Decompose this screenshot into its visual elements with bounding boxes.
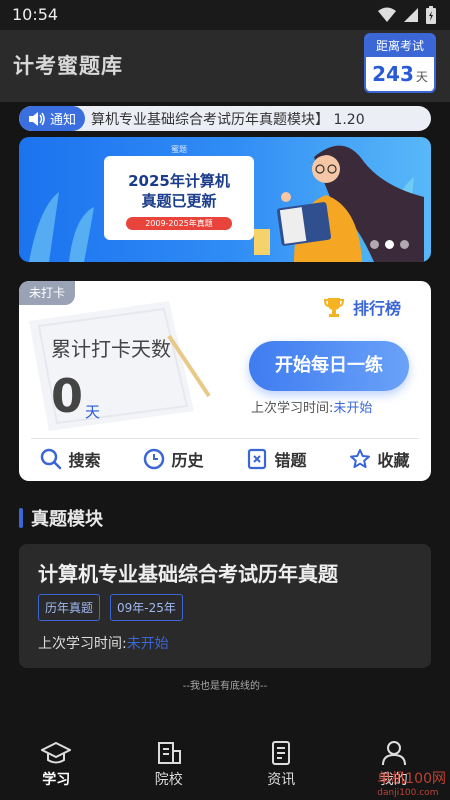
tab-news-label: 资讯 <box>267 772 296 788</box>
countdown-days: 243 <box>372 62 414 86</box>
wifi-icon <box>378 7 396 22</box>
wrong-questions-action[interactable]: 错题 <box>246 447 307 471</box>
ranking-link[interactable]: 排行榜 <box>323 295 401 319</box>
banner-title-line1: 2025年计算机 <box>128 172 230 190</box>
person-icon <box>381 741 406 766</box>
app-header: 计考蜜题库 距离考试 243 天 <box>0 30 450 102</box>
promo-banner[interactable]: 蜜题 2025年计算机 真题已更新 2009-2025年真题 <box>19 137 431 262</box>
notice-tag: 通知 <box>19 106 85 131</box>
module-last-study: 上次学习时间:未开始 <box>38 633 169 653</box>
trophy-icon <box>323 298 344 317</box>
cumulative-days-value: 0 <box>51 369 84 423</box>
last-study-value: 未开始 <box>333 401 373 416</box>
battery-icon <box>426 6 436 24</box>
bottom-tab-bar: 学习 院校 资讯 我的 单机100网 danji100.com <box>0 732 450 800</box>
exam-module-card[interactable]: 计算机专业基础综合考试历年真题 历年真题 09年-25年 上次学习时间:未开始 <box>19 544 431 668</box>
last-study-label: 上次学习时间: <box>251 401 334 416</box>
banner-brand: 蜜题 <box>171 145 187 154</box>
countdown-unit: 天 <box>415 70 428 84</box>
building-icon <box>157 742 181 764</box>
module-last-study-label: 上次学习时间: <box>38 636 127 652</box>
end-of-list-text: --我也是有底线的-- <box>182 681 268 692</box>
start-daily-practice-button[interactable]: 开始每日一练 <box>249 341 409 391</box>
cumulative-days-unit: 天 <box>85 403 101 421</box>
wrong-icon <box>248 448 267 470</box>
status-bar: 10:54 <box>0 0 450 30</box>
search-icon <box>41 448 62 470</box>
exam-countdown[interactable]: 距离考试 243 天 <box>364 33 436 93</box>
last-study-time: 上次学习时间:未开始 <box>251 397 372 416</box>
banner-title-line2: 真题已更新 <box>141 192 217 210</box>
module-title: 计算机专业基础综合考试历年真题 <box>38 562 338 586</box>
banner-dot[interactable] <box>370 240 379 249</box>
cumulative-days-label: 累计打卡天数 <box>51 337 171 361</box>
history-action[interactable]: 历史 <box>143 447 204 471</box>
checkin-card: 未打卡 累计打卡天数 0 天 排行榜 开始每日一练 上次学习时间:未开始 搜索 … <box>19 281 431 481</box>
tab-news[interactable]: 资讯 <box>225 732 338 800</box>
search-action-label: 搜索 <box>68 451 101 470</box>
notice-bar[interactable]: 通知 算机专业基础综合考试历年真题模块】 1.20 <box>19 106 431 131</box>
status-time: 10:54 <box>12 5 59 24</box>
signal-icon <box>404 8 418 22</box>
wrong-questions-label: 错题 <box>274 451 307 470</box>
banner-dot[interactable] <box>400 240 409 249</box>
tab-schools[interactable]: 院校 <box>113 732 226 800</box>
section-title: 真题模块 <box>31 509 103 530</box>
document-icon <box>272 741 291 765</box>
favorites-label: 收藏 <box>377 451 410 470</box>
ranking-label: 排行榜 <box>352 299 401 318</box>
divider <box>31 438 419 439</box>
module-tags: 历年真题 09年-25年 <box>38 594 183 621</box>
favorites-action[interactable]: 收藏 <box>349 447 410 471</box>
status-icons <box>378 6 436 24</box>
notice-tag-label: 通知 <box>49 113 76 128</box>
notice-text: 算机专业基础综合考试历年真题模块】 1.20 <box>91 112 365 128</box>
countdown-value: 243 天 <box>366 57 434 91</box>
section-accent-bar <box>19 508 23 528</box>
banner-card: 蜜题 2025年计算机 真题已更新 2009-2025年真题 <box>104 145 254 240</box>
module-tag: 09年-25年 <box>110 594 183 621</box>
quick-actions: 搜索 历史 错题 收藏 <box>19 444 431 474</box>
section-heading: 真题模块 <box>19 505 103 531</box>
module-tag: 历年真题 <box>38 594 101 621</box>
module-last-study-value: 未开始 <box>126 636 169 652</box>
countdown-label: 距离考试 <box>366 35 434 57</box>
graduation-cap-icon <box>41 741 72 764</box>
tab-study-label: 学习 <box>42 772 71 788</box>
history-action-label: 历史 <box>171 451 204 470</box>
app-title: 计考蜜题库 <box>13 54 123 78</box>
watermark-line1: 单机100网 <box>377 771 446 787</box>
speaker-icon <box>28 111 45 126</box>
banner-pagination <box>370 240 409 249</box>
checkin-status-badge: 未打卡 <box>19 281 75 305</box>
watermark: 单机100网 danji100.com <box>377 768 446 798</box>
watermark-line2: danji100.com <box>377 788 439 798</box>
tab-schools-label: 院校 <box>154 772 183 788</box>
banner-range: 2009-2025年真题 <box>126 217 232 230</box>
star-icon <box>350 449 371 468</box>
banner-dot-active[interactable] <box>385 240 394 249</box>
clock-icon <box>144 448 165 470</box>
search-action[interactable]: 搜索 <box>40 447 101 471</box>
tab-study[interactable]: 学习 <box>0 732 113 800</box>
